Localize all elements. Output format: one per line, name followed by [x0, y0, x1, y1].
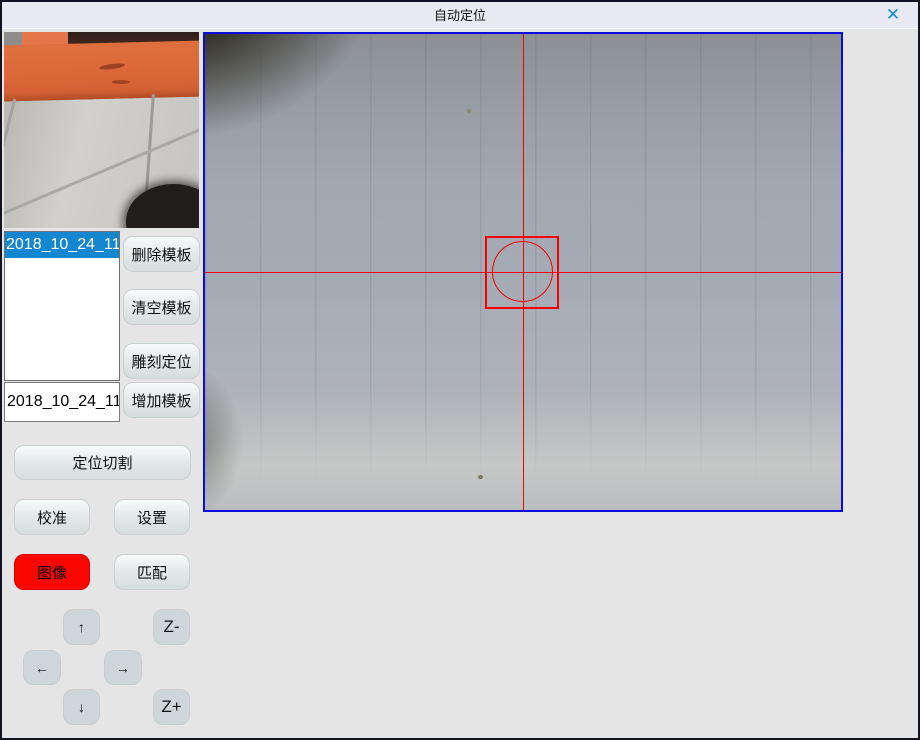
calibrate-button[interactable]: 校准	[14, 499, 90, 535]
template-list[interactable]: 2018_10_24_11	[4, 231, 120, 381]
auto-locate-dialog: 自动定位 ✕ 2018_10_24_11 删除模板 清空模板 雕刻定位 增加模板…	[0, 0, 920, 740]
match-button[interactable]: 匹配	[114, 554, 190, 590]
thumbnail-detail	[4, 32, 24, 46]
template-thumbnail	[4, 32, 199, 228]
delete-template-button[interactable]: 删除模板	[123, 236, 200, 272]
template-list-item-selected[interactable]: 2018_10_24_11	[5, 232, 119, 258]
target-circle	[492, 241, 553, 302]
add-template-button[interactable]: 增加模板	[123, 382, 200, 418]
jog-down-button[interactable]: ↓	[63, 689, 100, 725]
jog-z-minus-button[interactable]: Z-	[153, 609, 190, 645]
thumbnail-detail	[112, 80, 130, 84]
jog-z-plus-button[interactable]: Z+	[153, 689, 190, 725]
thumbnail-orange-beam	[4, 40, 199, 101]
locate-cut-button[interactable]: 定位切割	[14, 445, 191, 480]
engrave-locate-button[interactable]: 雕刻定位	[123, 343, 200, 379]
camera-speck	[478, 475, 483, 479]
thumbnail-tile-line	[4, 99, 16, 158]
clear-template-button[interactable]: 清空模板	[123, 289, 200, 325]
title-bar: 自动定位 ✕	[2, 2, 918, 29]
dialog-title: 自动定位	[2, 2, 918, 29]
thumbnail-dark-object	[126, 184, 199, 228]
settings-button[interactable]: 设置	[114, 499, 190, 535]
camera-speck	[467, 109, 471, 113]
template-name-input[interactable]	[4, 382, 120, 422]
jog-left-button[interactable]: ←	[23, 650, 61, 685]
close-icon[interactable]: ✕	[882, 4, 904, 26]
camera-viewport[interactable]	[203, 32, 843, 512]
image-button[interactable]: 图像	[14, 554, 90, 590]
jog-up-button[interactable]: ↑	[63, 609, 100, 645]
jog-right-button[interactable]: →	[104, 650, 142, 685]
